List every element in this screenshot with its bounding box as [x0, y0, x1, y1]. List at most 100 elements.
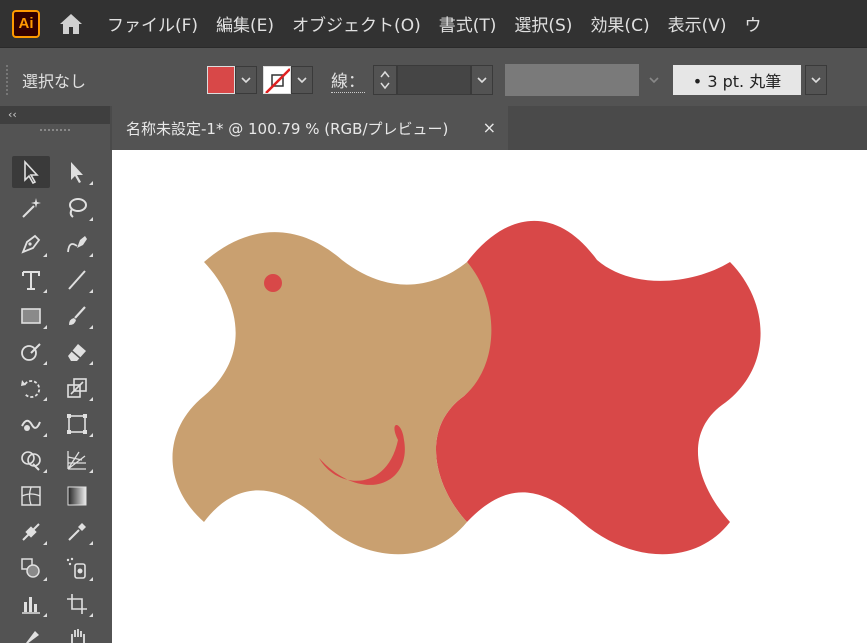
eraser-tool[interactable] [58, 336, 96, 368]
pen-icon [21, 234, 41, 254]
menu-file[interactable]: ファイル(F) [98, 11, 207, 36]
shaper-icon [21, 343, 41, 361]
scale-tool[interactable] [58, 372, 96, 404]
hand-tool[interactable] [58, 621, 96, 643]
app-logo: Ai [12, 9, 40, 38]
shaper-tool[interactable] [12, 336, 50, 368]
pen-tool[interactable] [12, 228, 50, 260]
paintbrush-icon [69, 306, 86, 325]
up-down-arrows-icon [380, 70, 390, 90]
slice-knife-icon [26, 631, 39, 643]
free-transform-tool[interactable] [58, 408, 96, 440]
menu-select[interactable]: 選択(S) [505, 11, 581, 36]
rotate-tool[interactable] [12, 372, 50, 404]
gradient-icon [67, 486, 87, 506]
brush-dropdown[interactable] [805, 65, 827, 95]
home-icon[interactable] [56, 9, 86, 39]
no-stroke-icon [265, 68, 290, 93]
selection-tool[interactable] [12, 156, 50, 188]
close-tab-button[interactable]: × [483, 118, 496, 137]
profile-dropdown[interactable] [639, 64, 669, 96]
rectangle-icon [21, 308, 41, 324]
eyedropper-icon [68, 523, 86, 541]
illustrator-window: Ai ファイル(F) 編集(E) オブジェクト(O) 書式(T) 選択(S) 効… [0, 0, 867, 643]
direct-selection-icon [71, 162, 83, 183]
tools-collapse-button[interactable]: ‹‹ [0, 106, 110, 124]
menu-bar: Ai ファイル(F) 編集(E) オブジェクト(O) 書式(T) 選択(S) 効… [0, 0, 867, 48]
perspective-grid-tool[interactable] [58, 444, 96, 476]
magic-wand-tool[interactable] [12, 192, 50, 224]
lasso-icon [69, 198, 87, 218]
mesh-icon [21, 486, 41, 506]
chevron-down-icon [297, 77, 307, 83]
blend-tool[interactable] [12, 516, 50, 548]
warp-tool[interactable] [12, 408, 50, 440]
mesh-tool[interactable] [12, 480, 50, 512]
live-paint-icon [21, 558, 40, 578]
artboard-tool[interactable] [58, 588, 96, 620]
document-tab-strip: 名称未設定-1* @ 100.79 % (RGB/プレビュー) × [110, 106, 867, 150]
shape-builder-tool[interactable] [12, 444, 50, 476]
curvature-tool[interactable] [58, 228, 96, 260]
direct-selection-tool[interactable] [58, 156, 96, 188]
bird-eye[interactable] [264, 274, 282, 292]
symbol-sprayer-tool[interactable] [58, 552, 96, 584]
stroke-weight-input[interactable] [397, 65, 471, 95]
hand-icon [71, 629, 85, 643]
live-paint-bucket-tool[interactable] [12, 552, 50, 584]
chevron-down-icon [477, 77, 487, 83]
tan-bird-shape[interactable] [172, 232, 492, 555]
chevron-down-icon [649, 77, 659, 83]
artboard-canvas[interactable] [112, 150, 867, 643]
selection-status: 選択なし [22, 72, 87, 91]
column-graph-tool[interactable] [12, 588, 50, 620]
tools-panel: ‹‹ [0, 106, 110, 643]
line-segment-tool[interactable] [58, 264, 96, 296]
document-tab[interactable]: 名称未設定-1* @ 100.79 % (RGB/プレビュー) × [112, 106, 508, 150]
rectangle-tool[interactable] [12, 300, 50, 332]
type-tool[interactable] [12, 264, 50, 296]
warp-icon [21, 419, 41, 431]
menu-view[interactable]: 表示(V) [659, 11, 736, 36]
chevron-down-icon [811, 77, 821, 83]
variable-width-profile[interactable] [505, 64, 639, 96]
selection-arrow-icon [24, 160, 39, 184]
menu-edit[interactable]: 編集(E) [207, 11, 283, 36]
free-transform-icon [67, 414, 87, 434]
menu-effect[interactable]: 効果(C) [581, 11, 658, 36]
menu-type[interactable]: 書式(T) [430, 11, 506, 36]
artboard-icon [67, 594, 87, 614]
rotate-icon [21, 380, 41, 398]
menu-window[interactable]: ウ [735, 11, 770, 36]
blend-icon [22, 523, 40, 541]
control-bar-grip[interactable] [6, 65, 12, 95]
type-t-icon [22, 271, 40, 290]
lasso-tool[interactable] [58, 192, 96, 224]
scale-icon [67, 378, 87, 398]
eyedropper-tool[interactable] [58, 516, 96, 548]
stroke-dropdown-button[interactable] [291, 66, 313, 94]
stroke-weight-stepper[interactable] [373, 65, 397, 95]
menu-object[interactable]: オブジェクト(O) [283, 11, 430, 36]
document-title: 名称未設定-1* @ 100.79 % (RGB/プレビュー) [126, 119, 449, 138]
fill-color-swatch[interactable] [207, 66, 235, 94]
slice-tool[interactable] [12, 621, 50, 643]
chevron-down-icon [241, 77, 251, 83]
stroke-weight-dropdown[interactable] [471, 65, 493, 95]
line-segment-icon [68, 270, 86, 290]
brush-definition-field[interactable]: • 3 pt. 丸筆 [673, 65, 801, 95]
stroke-weight-label[interactable]: 線： [331, 67, 365, 93]
paintbrush-tool[interactable] [58, 300, 96, 332]
gradient-tool[interactable] [58, 480, 96, 512]
symbol-sprayer-icon [66, 557, 86, 579]
control-bar: 選択なし 線： • 3 pt. 丸筆 [0, 56, 867, 104]
tools-panel-grip[interactable] [0, 124, 110, 138]
stroke-color-swatch[interactable] [263, 66, 291, 94]
perspective-grid-icon [67, 451, 86, 470]
fill-dropdown-button[interactable] [235, 66, 257, 94]
shape-builder-icon [21, 451, 41, 471]
eraser-icon [68, 344, 86, 361]
bar-graph-icon [22, 597, 40, 614]
magic-wand-icon [22, 198, 41, 218]
red-wavy-shape[interactable] [436, 220, 761, 555]
